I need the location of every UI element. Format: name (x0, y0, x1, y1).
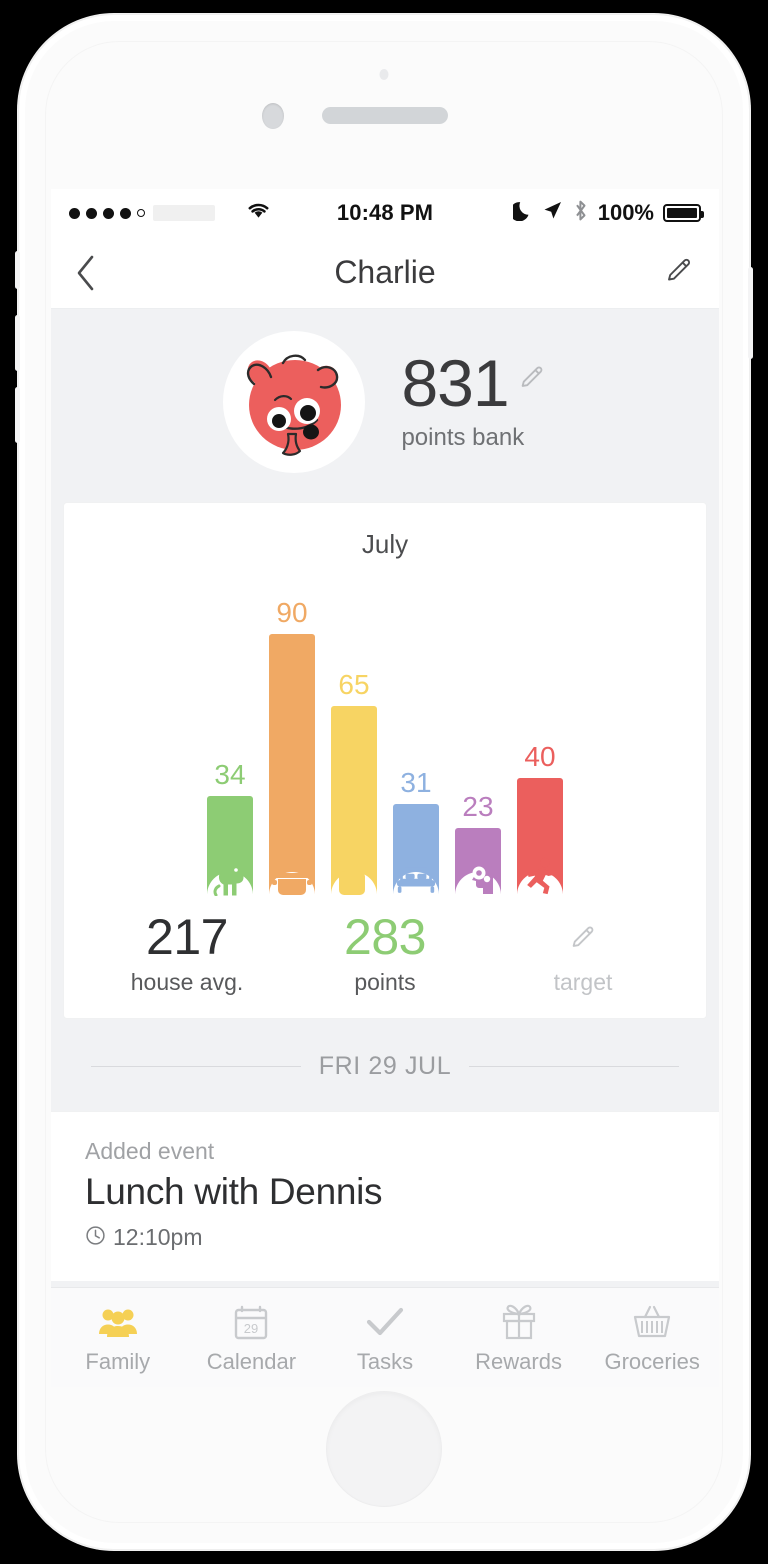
stat-points: 283 points (286, 912, 484, 996)
battery-percent-label: 100% (597, 200, 654, 225)
points-bank-block: 831 points bank (401, 345, 547, 453)
status-bar-right-group: 100% (509, 199, 704, 228)
chart-bar-pet[interactable]: 34 (207, 574, 253, 896)
volume-up-button[interactable] (15, 315, 20, 371)
gift-icon (501, 1301, 537, 1343)
monthly-points-chart-card: July 34 90 65 31 23 40 217 house avg. 28… (64, 503, 706, 1018)
battery-icon (663, 204, 704, 222)
house-avg-value: 217 (146, 909, 228, 965)
chart-bar-exercise[interactable]: 40 (517, 574, 563, 896)
bar-value-label: 90 (276, 597, 308, 628)
profile-header: 831 points bank (51, 309, 719, 495)
chart-bar-cleaning[interactable]: 65 (331, 574, 377, 896)
chart-bar-bed[interactable]: 31 (393, 574, 439, 894)
running-person-icon (520, 854, 560, 896)
tab-family[interactable]: Family (51, 1301, 185, 1375)
page-title: Charlie (334, 254, 436, 290)
people-icon (98, 1301, 138, 1343)
pencil-icon[interactable] (517, 362, 547, 397)
status-bar: 10:48 PM 100% (51, 189, 719, 237)
tab-rewards[interactable]: Rewards (452, 1301, 586, 1375)
wifi-icon (245, 200, 272, 226)
calendar-icon: 29 (233, 1301, 269, 1343)
divider-line-left (91, 1066, 301, 1067)
pencil-icon[interactable] (663, 254, 695, 291)
bar-value-label: 65 (338, 669, 370, 700)
tab-groceries[interactable]: Groceries (585, 1301, 719, 1375)
points-bank-value: 831 (401, 345, 509, 420)
phone-frame: 10:48 PM 100% Charlie 831 points bank Ju… (15, 14, 753, 1550)
bluetooth-icon (572, 199, 589, 228)
points-total-label: points (354, 969, 416, 995)
chart-bar-cooking[interactable]: 90 (269, 574, 315, 896)
event-time-row: 12:10pm (85, 1224, 685, 1251)
chart-summary-stats: 217 house avg. 283 points target (64, 912, 706, 996)
tab-label: Rewards (475, 1348, 562, 1374)
mute-switch[interactable] (15, 251, 20, 289)
chart-month-label: July (361, 529, 409, 559)
avatar[interactable] (223, 331, 366, 473)
divider-date-label: FRI 29 JUL (318, 1052, 452, 1080)
spray-bottle-icon (334, 854, 374, 896)
stat-target[interactable]: target (484, 912, 682, 996)
divider-line-right (469, 1066, 679, 1067)
bar-chart: 34 90 65 31 23 40 (64, 574, 706, 896)
tab-label: Family (85, 1348, 151, 1374)
event-kicker: Added event (85, 1138, 215, 1164)
tab-label: Calendar (206, 1348, 297, 1374)
clock-icon (85, 1225, 106, 1251)
points-bank-label: points bank (401, 424, 525, 452)
timeline-event-card[interactable]: Added event Lunch with Dennis 12:10pm (51, 1111, 719, 1281)
tab-label: Tasks (356, 1348, 414, 1374)
cooking-pot-icon (272, 854, 312, 896)
bar-value-label: 34 (214, 759, 246, 790)
earpiece-speaker (322, 107, 448, 124)
date-divider: FRI 29 JUL (51, 1018, 719, 1111)
bar-value-label: 31 (400, 767, 432, 798)
bar-value-label: 40 (524, 741, 556, 772)
location-arrow-icon (542, 200, 563, 227)
volume-down-button[interactable] (15, 387, 20, 443)
points-total-value: 283 (344, 909, 426, 965)
power-button[interactable] (748, 267, 753, 359)
tab-tasks[interactable]: Tasks (318, 1301, 452, 1375)
house-avg-label: house avg. (130, 969, 244, 995)
phone-screen: 10:48 PM 100% Charlie 831 points bank Ju… (51, 189, 719, 1387)
dog-icon (210, 854, 250, 896)
tab-bar: Family 29 Calendar Tasks Rewards Groceri… (51, 1287, 719, 1387)
navigation-bar: Charlie (51, 237, 719, 309)
head-gear-icon (458, 854, 498, 896)
front-camera (262, 103, 284, 129)
target-label: target (553, 969, 613, 995)
tab-calendar[interactable]: 29 Calendar (185, 1301, 319, 1375)
camera-dot (379, 69, 389, 80)
chart-bar-homework[interactable]: 23 (455, 574, 501, 894)
carrier-name-redacted (153, 205, 215, 221)
basket-icon (633, 1301, 671, 1343)
back-button[interactable] (75, 254, 97, 292)
signal-strength-icon (69, 207, 145, 219)
svg-text:29: 29 (244, 1321, 258, 1336)
event-time: 12:10pm (113, 1224, 203, 1250)
check-icon (366, 1301, 404, 1343)
bar-value-label: 23 (462, 791, 494, 822)
dog-avatar (247, 354, 342, 456)
moon-icon (509, 199, 533, 227)
bed-icon (396, 854, 436, 896)
tab-label: Groceries (604, 1348, 700, 1374)
event-title: Lunch with Dennis (85, 1171, 383, 1212)
stat-house-average: 217 house avg. (88, 912, 286, 996)
pencil-icon[interactable] (484, 912, 682, 962)
home-button[interactable] (326, 1391, 442, 1507)
